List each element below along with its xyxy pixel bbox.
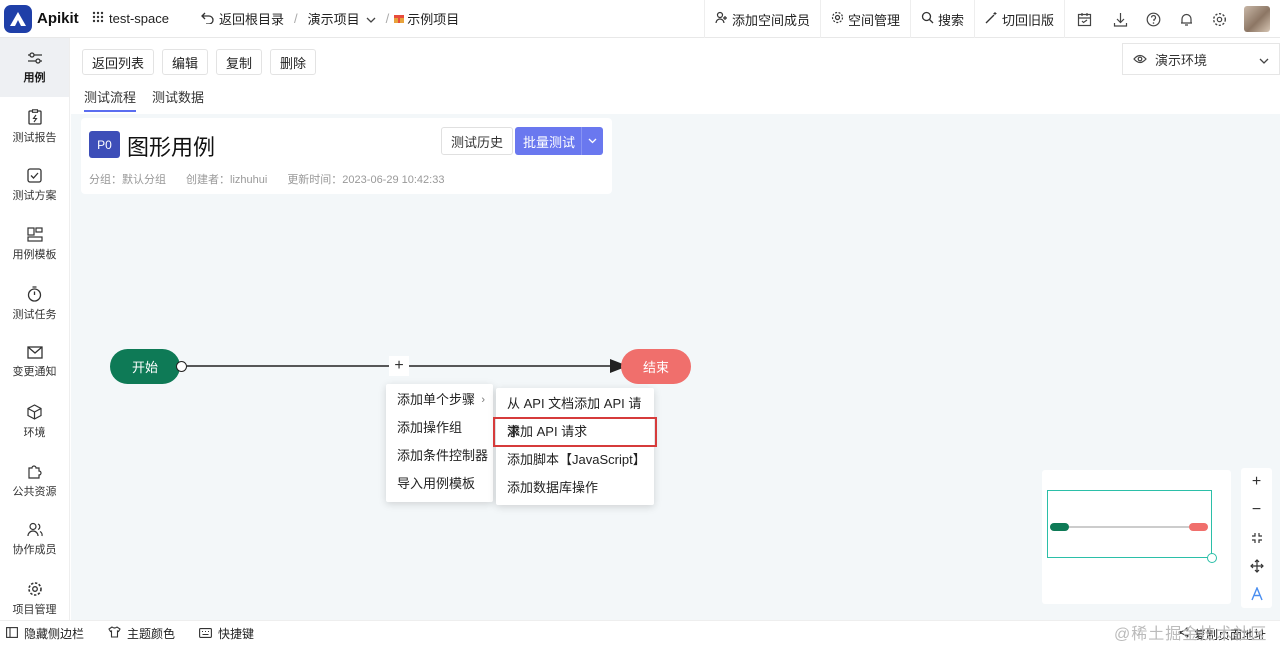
- minimap-resize-handle[interactable]: [1207, 553, 1217, 563]
- keyboard-icon: [199, 627, 212, 641]
- add-step-menu: 添加单个步骤 › 添加操作组 添加条件控制器 导入用例模板: [386, 384, 493, 502]
- chevron-right-icon: ›: [481, 394, 485, 406]
- shirt-icon: [108, 626, 121, 641]
- menu-item-add-from-api-doc[interactable]: 从 API 文档添加 API 请求: [496, 390, 654, 439]
- zoom-controls: + −: [1241, 468, 1272, 608]
- zoom-in-icon[interactable]: +: [1241, 468, 1272, 496]
- auto-layout-icon[interactable]: [1241, 580, 1272, 608]
- sidebar-toggle-icon: [6, 626, 18, 641]
- move-icon[interactable]: [1241, 552, 1272, 580]
- shortcuts-label: 快捷键: [218, 627, 255, 641]
- menu-item-add-operation-group[interactable]: 添加操作组: [386, 414, 493, 442]
- hide-sidebar-label: 隐藏侧边栏: [24, 627, 85, 641]
- menu-item-import-case-template[interactable]: 导入用例模板: [386, 470, 493, 498]
- add-single-step-submenu: 从 API 文档添加 API 请求 添加 API 请求 添加脚本【JavaScr…: [493, 388, 657, 505]
- minimap[interactable]: [1042, 470, 1231, 604]
- footer-bar: 隐藏侧边栏 主题颜色 快捷键 复制页面地址: [0, 620, 1280, 646]
- minimap-viewport[interactable]: [1047, 490, 1212, 558]
- zoom-out-icon[interactable]: −: [1241, 496, 1272, 524]
- start-node[interactable]: 开始: [110, 349, 180, 384]
- add-step-plus-icon[interactable]: +: [389, 356, 409, 376]
- menu-item-add-api-request[interactable]: 添加 API 请求: [493, 417, 657, 447]
- end-node[interactable]: 结束: [621, 349, 691, 384]
- watermark: @稀土掘金技术社区: [1114, 626, 1268, 643]
- start-node-port[interactable]: [176, 361, 187, 372]
- theme-color-label: 主题颜色: [127, 627, 176, 641]
- shortcuts-button[interactable]: 快捷键: [199, 625, 254, 642]
- menu-item-label: 添加单个步骤: [397, 392, 476, 407]
- menu-item-add-single-step[interactable]: 添加单个步骤 ›: [386, 386, 493, 414]
- fit-view-icon[interactable]: [1241, 524, 1272, 552]
- menu-item-add-condition-controller[interactable]: 添加条件控制器: [386, 442, 493, 470]
- hide-sidebar-button[interactable]: 隐藏侧边栏: [6, 625, 84, 642]
- theme-color-button[interactable]: 主题颜色: [108, 625, 175, 642]
- menu-item-add-db-operation[interactable]: 添加数据库操作: [496, 474, 654, 502]
- menu-item-add-script[interactable]: 添加脚本【JavaScript】: [496, 446, 654, 474]
